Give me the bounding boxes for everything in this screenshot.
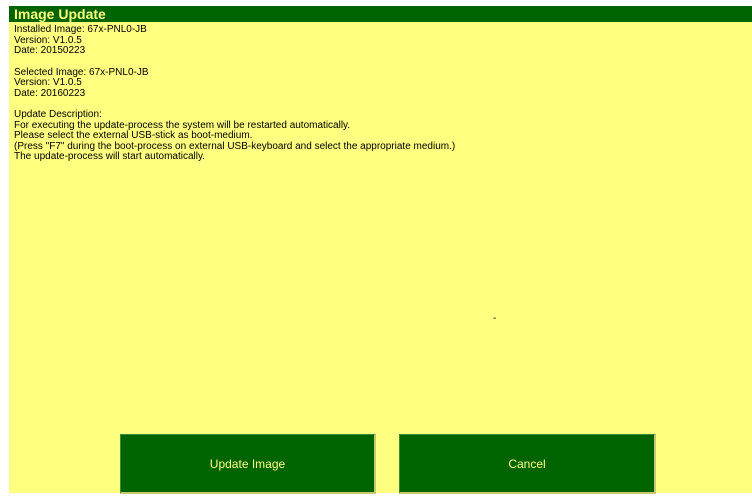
selected-date-label: Date: 20160223 xyxy=(14,87,86,99)
description-line: Please select the external USB-stick as … xyxy=(14,130,253,141)
selected-version-label: Version: V1.0.5 xyxy=(14,77,82,88)
installed-date-label: Date: 20150223 xyxy=(14,45,86,56)
update-image-button[interactable]: Update Image xyxy=(120,434,376,494)
window-title: Image Update xyxy=(9,6,752,22)
cancel-button[interactable]: Cancel xyxy=(399,434,656,494)
content-panel: Installed Image: 67x-PNL0-JB Version: V1… xyxy=(9,22,752,494)
image-info: Installed Image: 67x-PNL0-JB Version: V1… xyxy=(14,24,455,163)
description-line: The update-process will start automatica… xyxy=(14,151,206,162)
status-marker: - xyxy=(493,313,497,324)
description-heading: Update Description: xyxy=(14,109,102,120)
image-update-window: Image Update Installed Image: 67x-PNL0-J… xyxy=(0,0,752,503)
installed-image-label: Installed Image: 67x-PNL0-JB xyxy=(14,24,147,35)
